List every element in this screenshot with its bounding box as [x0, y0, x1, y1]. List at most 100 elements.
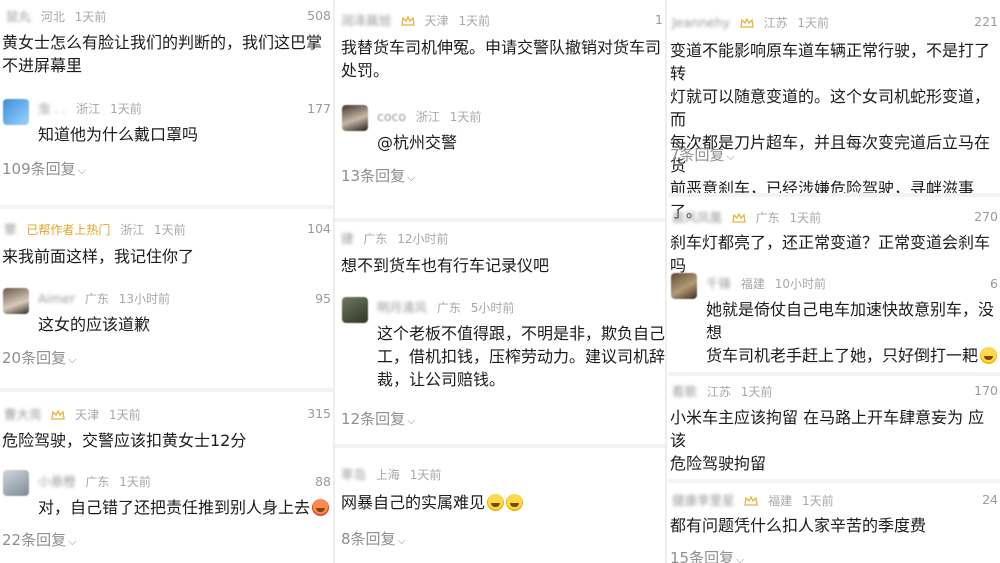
comment-thread: Jeannehy 江苏 1天前 221 变道不能影响原车道车辆正常行驶，不是打了…	[668, 0, 1000, 221]
timestamp: 1天前	[802, 493, 834, 508]
like-count[interactable]: 221	[974, 14, 998, 29]
comment-thread: 捷 广东 12小时前 想不到货车也有行车记录仪吧 明月清风 广东 5小时前 这个…	[335, 218, 665, 440]
chevron-down-icon: ⌵	[68, 353, 77, 366]
like-count[interactable]: 88	[315, 474, 331, 489]
like-count[interactable]: 177	[307, 101, 331, 116]
view-replies-link[interactable]: 8条回复 ⌵	[341, 528, 406, 549]
location: 福建	[768, 493, 793, 508]
replies-label: 22条回复	[2, 531, 67, 549]
timestamp: 5小时前	[470, 300, 515, 315]
comment-text: 小米车主应该拘留 在马路上开车肆意妄为 应该 危险驾驶拘留	[670, 408, 985, 473]
reply-text-content: 她就是倚仗自己电车加速快故意别车，没想 货车司机老手赶上了她，只好倒打一耙	[706, 300, 995, 365]
replies-label: 12条回复	[341, 410, 406, 428]
like-count[interactable]: 6	[990, 276, 998, 291]
reply-text: 对，自己错了还把责任推到别人身上去	[38, 496, 330, 519]
laugh-cry-emoji-icon	[506, 494, 524, 511]
username[interactable]: 鼠丸	[6, 7, 31, 27]
reply-meta: coco 浙江 1天前	[377, 106, 487, 126]
timestamp: 1天前	[409, 467, 442, 482]
avatar[interactable]	[3, 99, 29, 125]
comment-meta: 覃 已帮作者上热门 浙江 1天前	[4, 219, 192, 239]
username[interactable]: coco	[377, 107, 406, 127]
location: 广东	[363, 231, 388, 246]
chevron-down-icon: ⌵	[407, 414, 416, 427]
username[interactable]: 晨风凤凰	[672, 208, 722, 228]
comment-text: 都有问题凭什么扣人家辛苦的季度费	[670, 516, 927, 535]
timestamp: 1天前	[74, 9, 107, 24]
comment-thread: 润泽晨旭 天津 1天前 1 我替货车司机伸冤。申请交警队撤销对货车司 处罚。 c…	[335, 0, 665, 195]
reply-text: 这女的应该道歉	[38, 315, 151, 334]
avatar[interactable]	[3, 470, 29, 496]
laugh-cry-emoji-icon	[980, 347, 998, 364]
comment-column-2: 润泽晨旭 天津 1天前 1 我替货车司机伸冤。申请交警队撤销对货车司 处罚。 c…	[335, 0, 665, 563]
replies-label: 15条回复	[670, 549, 735, 563]
chevron-down-icon: ⌵	[726, 150, 735, 163]
replies-label: 109条回复	[2, 160, 76, 178]
timestamp: 1天前	[449, 109, 482, 124]
like-count[interactable]: 508	[307, 8, 331, 23]
reply-meta: 小悬橙 广东 1天前	[38, 471, 157, 491]
comment-meta: 看歌 江苏 1天前	[672, 381, 778, 401]
username[interactable]: Aimer	[38, 289, 75, 309]
comment-column-3: Jeannehy 江苏 1天前 221 变道不能影响原车道车辆正常行驶，不是打了…	[668, 0, 1000, 563]
avatar[interactable]	[342, 297, 368, 323]
like-count[interactable]: 1	[655, 12, 663, 27]
username[interactable]: 曹大亮	[4, 405, 42, 425]
username[interactable]: 千锋	[706, 274, 731, 294]
comment-thread: 曹大亮 天津 1天前 315 危险驾驶，交警应该扣黄女士12分 小悬橙 广东 1…	[0, 388, 333, 563]
chevron-down-icon: ⌵	[77, 164, 86, 177]
comment-text: 想不到货车也有行车记录仪吧	[341, 256, 550, 275]
avatar[interactable]	[3, 288, 29, 314]
view-replies-link[interactable]: 109条回复 ⌵	[2, 158, 86, 179]
username[interactable]: 覃	[4, 220, 17, 240]
reply-text: 这个老板不值得跟，不明是非，欺负自己 工，借机扣钱，压榨劳动力。建议司机辞 裁，…	[377, 324, 665, 389]
view-replies-link[interactable]: 7条回复 ⌵	[670, 144, 735, 165]
crown-badge-icon	[739, 17, 754, 28]
like-count[interactable]: 270	[974, 209, 998, 224]
location: 广东	[436, 300, 461, 315]
chevron-down-icon: ⌵	[736, 553, 745, 563]
like-count[interactable]: 24	[982, 492, 998, 507]
like-count[interactable]: 104	[307, 221, 331, 236]
timestamp: 1天前	[119, 474, 151, 489]
reply-meta: 千锋 福建 10小时前	[706, 273, 832, 293]
chevron-down-icon: ⌵	[397, 534, 406, 547]
comment-text-content: 网暴自己的实属难见	[341, 493, 486, 512]
location: 广东	[755, 210, 780, 225]
username[interactable]: 健康李里星	[672, 491, 735, 511]
username[interactable]: 捷	[341, 229, 354, 249]
replies-label: 13条回复	[341, 167, 406, 185]
username[interactable]: 明月清风	[377, 298, 427, 318]
username[interactable]: 小悬橙	[38, 472, 76, 492]
view-replies-link[interactable]: 20条回复 ⌵	[2, 347, 76, 368]
view-replies-link[interactable]: 15条回复 ⌵	[670, 547, 744, 563]
location: 广东	[85, 474, 110, 489]
view-replies-link[interactable]: 12条回复 ⌵	[341, 408, 415, 429]
username[interactable]: 润泽晨旭	[341, 11, 391, 31]
username[interactable]: Jeannehy	[672, 13, 730, 33]
username[interactable]: 虫 . .	[38, 99, 66, 119]
comment-text: 危险驾驶，交警应该扣黄女士12分	[2, 431, 247, 450]
location: 江苏	[706, 384, 731, 399]
avatar[interactable]	[342, 105, 368, 131]
comment-meta: 莘岛 上海 1天前	[341, 464, 447, 484]
column-divider	[665, 0, 667, 563]
location: 河北	[40, 9, 65, 24]
location: 上海	[375, 467, 400, 482]
username[interactable]: 莘岛	[341, 465, 366, 485]
username[interactable]: 看歌	[672, 382, 697, 402]
comment-meta: Jeannehy 江苏 1天前	[672, 12, 835, 32]
avatar[interactable]	[671, 273, 697, 299]
like-count[interactable]: 170	[974, 383, 998, 398]
comment-thread: 莘岛 上海 1天前 网暴自己的实属难见 8条回复 ⌵	[335, 444, 665, 563]
angry-emoji-icon	[312, 499, 330, 516]
like-count[interactable]: 95	[315, 291, 331, 306]
like-count[interactable]: 315	[307, 406, 331, 421]
comment-meta: 鼠丸 河北 1天前	[6, 6, 112, 26]
comment-thread: 覃 已帮作者上热门 浙江 1天前 104 来我前面这样，我记住你了 Aimer …	[0, 205, 333, 384]
comment-thread: 看歌 江苏 1天前 170 小米车主应该拘留 在马路上开车肆意妄为 应该 危险驾…	[668, 372, 1000, 481]
location: 浙江	[120, 222, 145, 237]
view-replies-link[interactable]: 22条回复 ⌵	[2, 529, 76, 550]
comment-meta: 晨风凤凰 广东 1天前	[672, 207, 827, 227]
view-replies-link[interactable]: 13条回复 ⌵	[341, 165, 415, 186]
